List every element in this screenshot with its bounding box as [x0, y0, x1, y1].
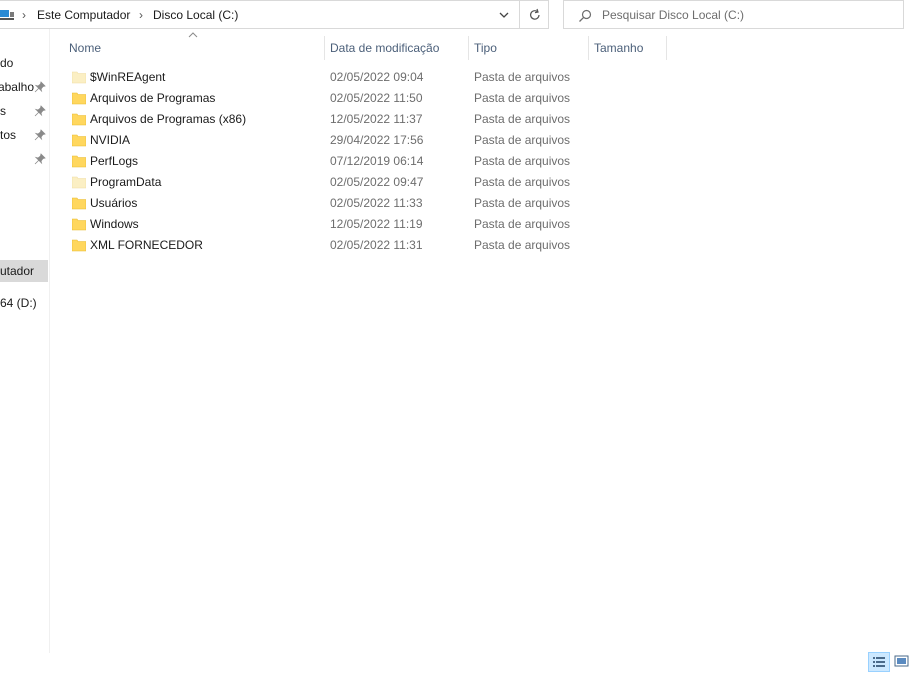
nav-item-pictures[interactable] — [0, 148, 48, 170]
file-type: Pasta de arquivos — [474, 154, 571, 168]
nav-item-label: abalho — [0, 80, 34, 94]
pin-icon — [34, 105, 46, 117]
pin-icon — [34, 129, 46, 141]
table-row[interactable]: ProgramData 02/05/2022 09:47 Pasta de ar… — [68, 172, 588, 193]
nav-item-downloads[interactable]: s — [0, 100, 48, 122]
file-type: Pasta de arquivos — [474, 133, 571, 147]
search-icon — [579, 9, 592, 22]
file-date: 07/12/2019 06:14 — [330, 154, 424, 168]
nav-item-label: utador — [0, 264, 35, 278]
file-date: 02/05/2022 09:04 — [330, 70, 424, 84]
column-divider[interactable] — [666, 36, 667, 60]
file-name: Usuários — [90, 196, 138, 210]
nav-item-quick-access[interactable]: do — [0, 52, 48, 74]
file-name: Windows — [90, 217, 139, 231]
file-name: XML FORNECEDOR — [90, 238, 203, 252]
file-name: ProgramData — [90, 175, 162, 189]
table-row[interactable]: Usuários 02/05/2022 11:33 Pasta de arqui… — [68, 193, 588, 214]
column-divider[interactable] — [588, 36, 589, 60]
file-date: 29/04/2022 17:56 — [330, 133, 424, 147]
nav-item-label: do — [0, 56, 14, 70]
column-divider[interactable] — [468, 36, 469, 60]
column-header-type[interactable]: Tipo — [474, 41, 497, 63]
folder-icon — [72, 197, 86, 210]
table-row[interactable]: Arquivos de Programas 02/05/2022 11:50 P… — [68, 88, 588, 109]
address-bar[interactable]: › Este Computador › Disco Local (C:) — [0, 0, 520, 29]
file-name: Arquivos de Programas (x86) — [90, 112, 247, 126]
nav-item-label: tos — [0, 128, 17, 142]
table-row[interactable]: PerfLogs 07/12/2019 06:14 Pasta de arqui… — [68, 151, 588, 172]
folder-icon — [72, 218, 86, 231]
file-date: 02/05/2022 09:47 — [330, 175, 424, 189]
large-icons-view-icon — [894, 655, 909, 667]
file-name: PerfLogs — [90, 154, 139, 168]
details-view-button[interactable] — [868, 652, 890, 672]
large-icons-view-button[interactable] — [892, 652, 914, 672]
file-date: 02/05/2022 11:31 — [330, 238, 423, 252]
file-type: Pasta de arquivos — [474, 91, 571, 105]
breadcrumb-este-computador[interactable]: Este Computador — [37, 8, 130, 22]
file-type: Pasta de arquivos — [474, 175, 571, 189]
sort-ascending-icon — [188, 32, 198, 38]
column-header-name[interactable]: Nome — [69, 41, 101, 63]
folder-icon — [72, 134, 86, 147]
details-view-icon — [873, 657, 885, 667]
table-row[interactable]: Windows 12/05/2022 11:19 Pasta de arquiv… — [68, 214, 588, 235]
nav-item-documents[interactable]: tos — [0, 124, 48, 146]
nav-item-label: s — [0, 104, 6, 118]
pin-icon — [34, 81, 46, 93]
nav-item-este-computador[interactable]: utador — [0, 260, 48, 282]
file-date: 02/05/2022 11:50 — [330, 91, 423, 105]
folder-icon — [72, 239, 86, 252]
refresh-button[interactable] — [520, 0, 549, 29]
table-row[interactable]: NVIDIA 29/04/2022 17:56 Pasta de arquivo… — [68, 130, 588, 151]
file-name: Arquivos de Programas — [90, 91, 216, 105]
file-type: Pasta de arquivos — [474, 70, 571, 84]
nav-item-desktop[interactable]: abalho — [0, 76, 48, 98]
file-date: 12/05/2022 11:19 — [330, 217, 423, 231]
file-date: 02/05/2022 11:33 — [330, 196, 423, 210]
breadcrumb-disco-local[interactable]: Disco Local (C:) — [153, 8, 238, 22]
nav-item-label: 64 (D:) — [0, 296, 37, 310]
chevron-down-icon[interactable] — [494, 7, 514, 23]
nav-item-drive-d[interactable]: 64 (D:) — [0, 292, 48, 314]
file-type: Pasta de arquivos — [474, 112, 571, 126]
refresh-icon — [530, 8, 540, 20]
navigation-pane[interactable]: do abalho s tos utador 64 (D:) — [0, 29, 50, 653]
breadcrumb-separator[interactable]: › — [139, 8, 143, 22]
folder-icon — [72, 92, 86, 105]
folder-icon — [72, 113, 86, 126]
file-name: NVIDIA — [90, 133, 131, 147]
pin-icon — [34, 153, 46, 165]
table-row[interactable]: XML FORNECEDOR 02/05/2022 11:31 Pasta de… — [68, 235, 588, 256]
folder-icon — [72, 155, 86, 168]
file-name: $WinREAgent — [90, 70, 166, 84]
computer-icon — [0, 10, 14, 20]
search-input[interactable] — [602, 6, 892, 24]
column-header-date[interactable]: Data de modificação — [330, 41, 439, 63]
file-type: Pasta de arquivos — [474, 217, 571, 231]
file-date: 12/05/2022 11:37 — [330, 112, 423, 126]
folder-icon — [72, 71, 86, 84]
file-type: Pasta de arquivos — [474, 196, 571, 210]
table-row[interactable]: $WinREAgent 02/05/2022 09:04 Pasta de ar… — [68, 67, 588, 88]
breadcrumb-separator[interactable]: › — [22, 8, 26, 22]
address-row: › Este Computador › Disco Local (C:) — [0, 0, 916, 29]
folder-icon — [72, 176, 86, 189]
column-header-size[interactable]: Tamanho — [594, 41, 643, 63]
file-type: Pasta de arquivos — [474, 238, 571, 252]
search-box[interactable] — [563, 0, 904, 29]
column-divider[interactable] — [324, 36, 325, 60]
table-row[interactable]: Arquivos de Programas (x86) 12/05/2022 1… — [68, 109, 588, 130]
